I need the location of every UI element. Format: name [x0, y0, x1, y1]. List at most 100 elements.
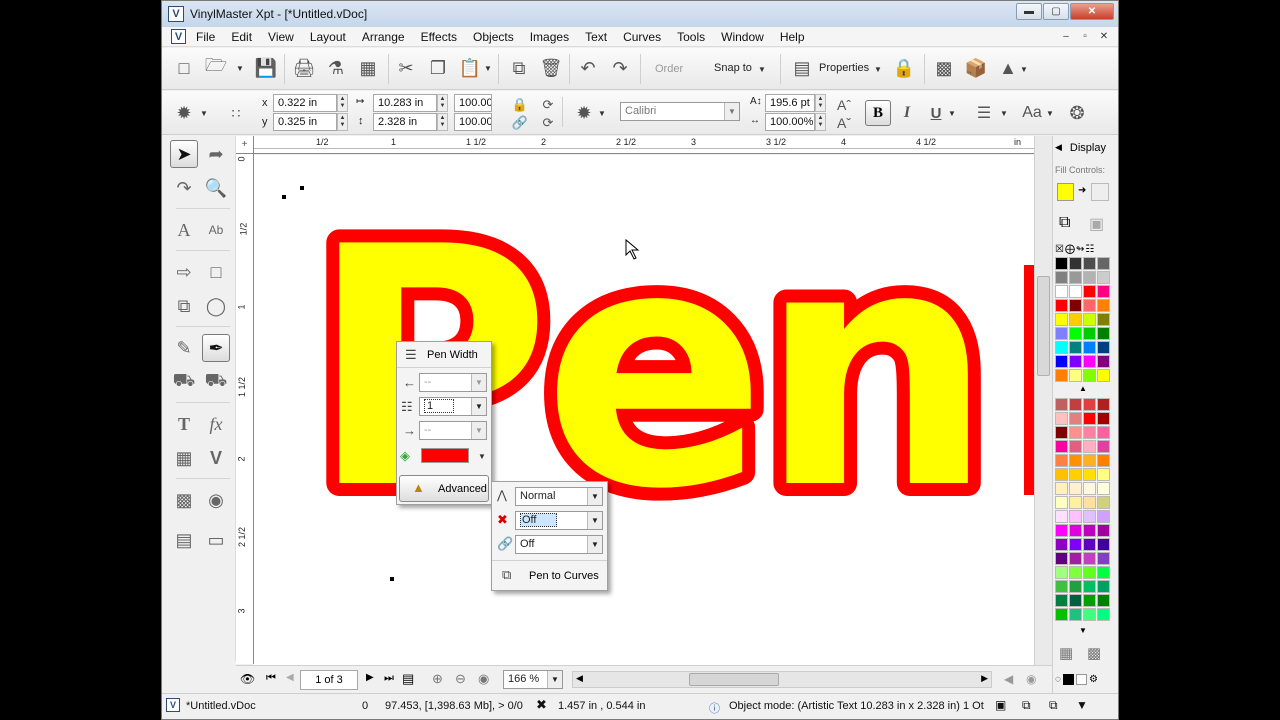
- outline-color-swatch[interactable]: [1091, 183, 1109, 201]
- pen-color-dropdown-icon[interactable]: ▼: [478, 452, 486, 461]
- palette-swatch[interactable]: [1097, 313, 1110, 326]
- palette-swatch[interactable]: [1097, 257, 1110, 270]
- duplicate-icon[interactable]: ⧉: [507, 56, 531, 80]
- palette-swatch[interactable]: [1083, 257, 1096, 270]
- no-color-icon[interactable]: ☒: [1055, 244, 1064, 255]
- pen-width-row[interactable]: ☰ Pen Width: [397, 342, 491, 368]
- pen-color-swatch[interactable]: [421, 448, 469, 463]
- palette-swatch[interactable]: [1083, 412, 1096, 425]
- lamp-dropdown-icon[interactable]: ▼: [1020, 65, 1028, 74]
- palette-swatch[interactable]: [1069, 440, 1082, 453]
- mdi-close-button[interactable]: ✕: [1096, 29, 1112, 44]
- knife-tool-icon[interactable]: ↷: [170, 174, 198, 202]
- lock-icon[interactable]: 🔒: [892, 56, 916, 80]
- scroll-left-icon[interactable]: ◀: [576, 673, 583, 684]
- transform-dropdown-icon[interactable]: ▼: [200, 109, 208, 118]
- camera-tool-icon[interactable]: ◉: [202, 486, 230, 514]
- palette-swatch[interactable]: [1069, 412, 1082, 425]
- font-size-field[interactable]: 195.6 pt: [765, 94, 815, 112]
- minimize-button[interactable]: ▬: [1016, 3, 1042, 20]
- menu-effects[interactable]: Effects: [413, 30, 465, 44]
- palette-swatch[interactable]: [1083, 510, 1096, 523]
- next-page-icon[interactable]: ▶: [366, 672, 374, 683]
- close-button[interactable]: ✕: [1070, 3, 1114, 20]
- palette-swatch[interactable]: [1069, 510, 1082, 523]
- dimension-tool-icon[interactable]: ▭: [202, 526, 230, 554]
- text-options-dropdown-icon[interactable]: ▼: [598, 109, 606, 118]
- paint-bucket-icon[interactable]: ⛟: [202, 368, 230, 396]
- palette-swatch[interactable]: [1055, 566, 1068, 579]
- palette-swatch[interactable]: [1097, 482, 1110, 495]
- palette-swatch[interactable]: [1083, 440, 1096, 453]
- palette-swatch[interactable]: [1055, 454, 1068, 467]
- menu-text[interactable]: Text: [577, 30, 615, 44]
- shield-tool-icon[interactable]: V: [202, 444, 230, 472]
- scale-y-field[interactable]: 100.00%: [454, 113, 492, 131]
- behind-fill-select[interactable]: Off ▼: [515, 511, 603, 530]
- status-tool-icon-2[interactable]: ⧉: [1022, 698, 1031, 713]
- advanced-button[interactable]: ▲ Advanced: [399, 475, 489, 502]
- palette-swatch[interactable]: [1069, 608, 1082, 621]
- y-spinner[interactable]: ▲ ▼: [337, 113, 348, 131]
- palette-swatch[interactable]: [1069, 538, 1082, 551]
- compass-icon[interactable]: ❂: [1065, 101, 1089, 125]
- cut-plotter-icon[interactable]: ⚗: [324, 56, 348, 80]
- palette-swatch[interactable]: [1083, 566, 1096, 579]
- text-frame-tool-icon[interactable]: Ab: [202, 216, 230, 244]
- palette-swatch[interactable]: [1069, 468, 1082, 481]
- align-text-icon[interactable]: ☰: [972, 101, 996, 125]
- function-tool-icon[interactable]: fx: [202, 410, 230, 438]
- align-dropdown-icon[interactable]: ▼: [1000, 109, 1008, 118]
- weld-tool-icon[interactable]: ⧉: [170, 292, 198, 320]
- prev-page-icon[interactable]: ◀: [286, 672, 294, 683]
- palette-scroll-down-icon[interactable]: ▼: [1079, 626, 1087, 635]
- palette-swatch[interactable]: [1069, 580, 1082, 593]
- image-tool-icon[interactable]: ▩: [170, 486, 198, 514]
- arrow-shape-tool-icon[interactable]: ⇨: [170, 258, 198, 286]
- palette-swatch[interactable]: [1069, 496, 1082, 509]
- palette-swatch[interactable]: [1097, 341, 1110, 354]
- new-document-icon[interactable]: □: [172, 56, 196, 80]
- select-tool-icon[interactable]: ➤: [170, 140, 198, 168]
- palette-swatch[interactable]: [1069, 271, 1082, 284]
- visibility-icon[interactable]: 👁: [240, 672, 255, 686]
- palette-swatch[interactable]: [1083, 594, 1096, 607]
- scale-x-field[interactable]: 100.00%: [454, 94, 492, 112]
- palette-swatch[interactable]: [1097, 426, 1110, 439]
- italic-button[interactable]: I: [895, 101, 919, 125]
- zoom-out-icon[interactable]: ⊖: [455, 671, 466, 687]
- vertical-scroll-thumb[interactable]: [1037, 276, 1050, 376]
- page-icon[interactable]: ☷: [1085, 244, 1094, 255]
- color-mode-icon[interactable]: ◌: [1055, 674, 1061, 685]
- vertical-scrollbar[interactable]: [1034, 136, 1052, 665]
- nav-back-icon[interactable]: ◀: [1004, 672, 1013, 686]
- palette-swatch[interactable]: [1097, 510, 1110, 523]
- status-tool-icon-3[interactable]: ⧉: [1049, 698, 1058, 713]
- palette-swatch[interactable]: [1055, 496, 1068, 509]
- undo-icon[interactable]: ↶: [576, 56, 600, 80]
- palette-swatch[interactable]: [1055, 369, 1068, 382]
- production-manager-icon[interactable]: ▦: [356, 56, 380, 80]
- mdi-minimize-button[interactable]: –: [1058, 29, 1074, 44]
- properties-dropdown-icon[interactable]: ▼: [874, 65, 882, 74]
- x-position-field[interactable]: 0.322 in: [273, 94, 337, 112]
- white-mode-swatch[interactable]: [1075, 674, 1087, 685]
- pencil-tool-icon[interactable]: ✎: [170, 334, 198, 362]
- anchor-points-icon[interactable]: ∷: [224, 101, 248, 125]
- menu-tools[interactable]: Tools: [669, 30, 713, 44]
- palette-swatch[interactable]: [1083, 355, 1096, 368]
- palette-swatch[interactable]: [1083, 299, 1096, 312]
- start-arrow-select[interactable]: -- ▼: [419, 373, 487, 392]
- nav-forward-icon[interactable]: ◉: [1026, 672, 1036, 686]
- palette-swatch[interactable]: [1069, 566, 1082, 579]
- palette-swatch[interactable]: [1055, 580, 1068, 593]
- menu-file[interactable]: File: [188, 30, 223, 44]
- palette-swatch[interactable]: [1069, 355, 1082, 368]
- palette-grid-icon[interactable]: ▩: [1087, 644, 1101, 662]
- underline-button[interactable]: U: [924, 101, 948, 125]
- palette-scroll-up-icon[interactable]: ▲: [1079, 384, 1087, 393]
- palette-swatch[interactable]: [1083, 285, 1096, 298]
- status-tool-icon-1[interactable]: ▣: [995, 698, 1006, 712]
- registration-icon[interactable]: ⨁: [1065, 244, 1075, 255]
- selection-handle[interactable]: [390, 577, 394, 581]
